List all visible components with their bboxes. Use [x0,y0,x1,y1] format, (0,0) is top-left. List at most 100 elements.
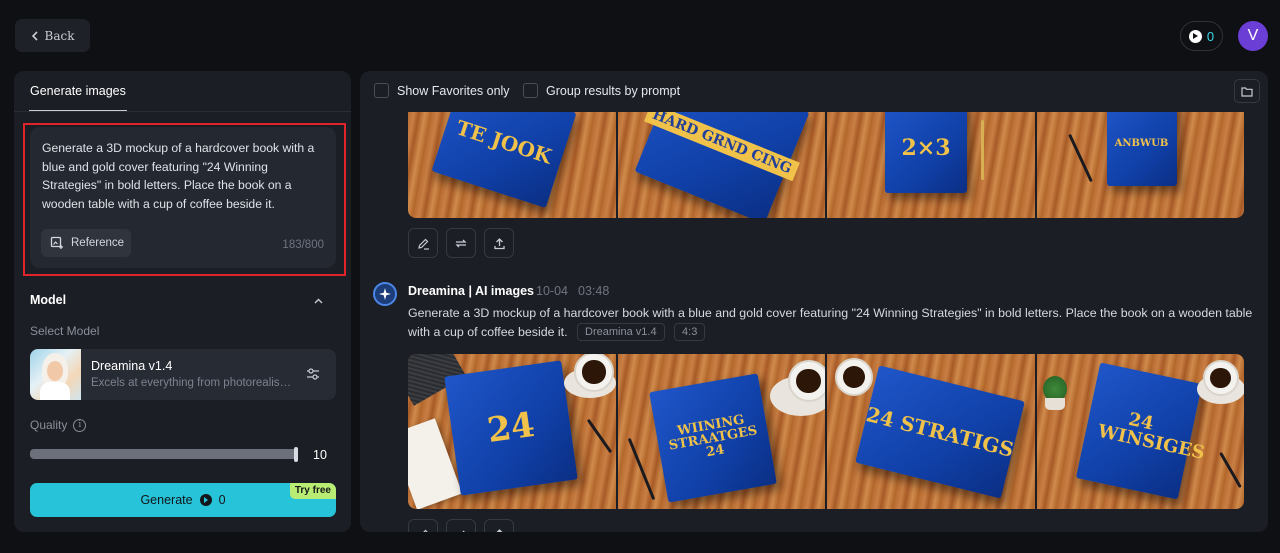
group-results-label: Group results by prompt [546,83,681,98]
quality-value: 10 [313,448,327,462]
generate-button[interactable]: Generate 0 Try free [30,483,336,517]
book-mockup: TE JOOK [431,112,577,209]
result-prompt-text: Generate a 3D mockup of a hardcover book… [408,306,1253,339]
tab-divider [14,111,351,112]
ratio-tag: 4:3 [674,323,706,341]
generate-credits: 0 [218,493,226,507]
reference-image-icon [50,236,63,249]
result-date: 10-04 [536,284,568,298]
book-mockup: WIINING STRAATGES 24 [648,373,777,503]
back-button[interactable]: Back [15,19,90,52]
back-label: Back [44,28,75,43]
prompt-input[interactable]: Generate a 3D mockup of a hardcover book… [30,127,336,268]
edit-icon [422,529,428,532]
upload-icon [495,528,503,532]
book-title: ANBWUB [1114,138,1169,149]
result-image[interactable]: WIINING STRAATGES 24 [617,354,825,509]
book-mockup: 24 WINSIGES [1075,362,1207,500]
image-actions [408,228,514,258]
quality-label: Quality i [30,418,87,432]
generate-panel: Generate images Generate a 3D mockup of … [14,71,351,532]
reference-label: Reference [71,237,125,249]
coffee-cup [835,358,873,396]
result-image[interactable]: HARD GRND CING [617,112,825,218]
chevron-up-icon[interactable] [314,297,323,306]
result-time: 03:48 [578,284,610,298]
edit-button[interactable] [408,519,438,532]
results-panel: Show Favorites only Group results by pro… [360,71,1268,532]
result-image[interactable]: 24 [408,354,616,509]
book-title: TE JOOK [453,115,555,169]
edit-button[interactable] [408,228,438,258]
coffee-cup [787,360,825,402]
book-title: 24 WINSIGES [1095,408,1207,464]
book-title: 24 STRATIGS [863,402,1017,462]
image-grid: 24 WIINING STRAATGES 24 24 STRATIGS 24 W… [408,354,1244,509]
generate-label: Generate [140,493,193,507]
model-description: Excels at everything from photorealism t… [91,377,296,389]
book-title: 2×3 [901,134,951,161]
tab-generate-images[interactable]: Generate images [30,84,126,98]
credit-icon [1188,29,1202,43]
model-selector[interactable]: Dreamina v1.4 Excels at everything from … [30,349,336,400]
credits-pill[interactable]: 0 [1180,21,1223,51]
info-icon[interactable]: i [73,418,87,432]
chevron-left-icon [31,30,38,41]
pen [627,437,655,501]
dreamina-logo-icon [373,282,397,306]
regenerate-button[interactable] [446,228,476,258]
regenerate-icon [456,530,466,532]
model-name: Dreamina v1.4 [91,359,173,373]
quality-label-text: Quality [30,418,68,432]
pen [1218,451,1242,489]
pen [1067,133,1093,183]
select-model-label: Select Model [30,324,100,338]
credit-icon [199,494,212,506]
edit-icon [417,238,429,250]
group-results-toggle[interactable]: Group results by prompt [523,83,680,98]
show-favorites-label: Show Favorites only [397,83,510,98]
model-thumbnail [30,349,81,400]
coffee-cup [1202,360,1239,396]
try-free-badge: Try free [289,483,336,499]
char-count: 183/800 [282,239,324,251]
prompt-text[interactable]: Generate a 3D mockup of a hardcover book… [42,139,327,213]
credits-count: 0 [1206,28,1215,44]
quality-slider-handle[interactable] [294,447,298,462]
book-mockup: 2×3 [885,112,967,193]
result-source-title: Dreamina | AI images [408,284,535,298]
image-grid-previous: TE JOOK HARD GRND CING 2×3 ANBWUB [408,112,1244,218]
upload-button[interactable] [484,519,514,532]
pen [981,120,984,180]
upload-button[interactable] [484,228,514,258]
result-image[interactable]: 24 STRATIGS [827,354,1035,509]
result-image[interactable]: ANBWUB [1036,112,1244,218]
book-title: 24 [484,404,538,452]
result-image[interactable]: TE JOOK [408,112,616,218]
image-actions [408,519,514,532]
pen [586,418,613,454]
result-image[interactable]: 24 WINSIGES [1036,354,1244,509]
model-tag: Dreamina v1.4 [577,323,665,341]
folder-icon [1241,86,1253,97]
result-image[interactable]: 2×3 [827,112,1035,218]
group-results-checkbox[interactable] [523,83,538,98]
regenerate-button[interactable] [446,519,476,532]
book-mockup: 24 STRATIGS [855,365,1025,499]
sliders-icon[interactable] [305,366,321,382]
book-mockup: 24 [444,360,578,496]
book-mockup: HARD GRND CING [634,112,809,218]
show-favorites-toggle[interactable]: Show Favorites only [374,83,510,98]
model-section-title: Model [30,293,67,307]
book-title: HARD GRND CING [643,112,800,182]
quality-slider[interactable] [30,449,298,459]
avatar[interactable]: V [1238,21,1268,51]
result-prompt: Generate a 3D mockup of a hardcover book… [408,304,1253,342]
show-favorites-checkbox[interactable] [374,83,389,98]
upload-icon [493,237,505,249]
reference-button[interactable]: Reference [41,229,131,257]
regenerate-icon [455,239,467,247]
book-mockup: ANBWUB [1106,112,1177,186]
folder-button[interactable] [1234,79,1260,103]
plant-pot [1044,398,1065,410]
